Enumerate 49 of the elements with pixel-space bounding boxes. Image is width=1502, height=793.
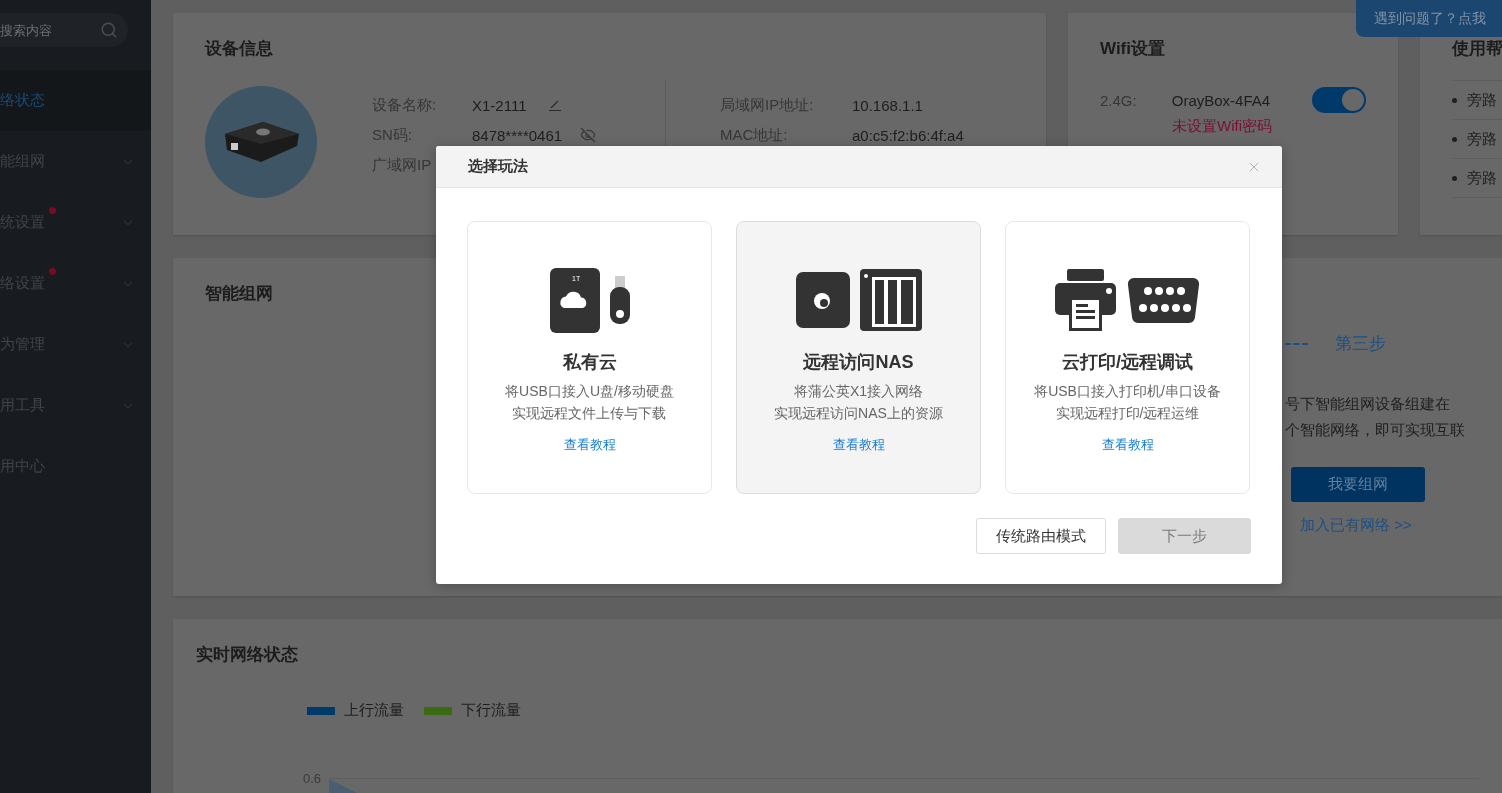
printer-icon — [1054, 269, 1116, 331]
tutorial-link[interactable]: 查看教程 — [832, 436, 885, 454]
option-title: 私有云 — [562, 351, 617, 374]
wifi-name: OrayBox-4FA4 — [1171, 91, 1272, 109]
help-link[interactable]: 旁路 — [1467, 90, 1497, 110]
card-title: 实时网络状态 — [196, 644, 299, 666]
legend-label: 上行流量 — [344, 701, 404, 720]
serial-port-icon — [1125, 277, 1201, 323]
description: 号下智能组网设备组建在 个智能网络，即可实现互联 — [1285, 394, 1466, 440]
bullet — [1452, 175, 1457, 181]
card-title: 智能组网 — [205, 283, 273, 305]
tutorial-link[interactable]: 查看教程 — [1101, 436, 1154, 454]
card-title: 设备信息 — [205, 38, 274, 60]
field-value: 10.168.1.1 — [852, 96, 923, 114]
card-title: 使用帮 — [1452, 38, 1502, 60]
nas-icon — [859, 269, 922, 331]
option-title: 云打印/远程调试 — [1062, 351, 1193, 374]
help-link[interactable]: 旁路 — [1467, 129, 1497, 149]
help-link[interactable]: 旁路 — [1467, 168, 1497, 188]
bullet — [1452, 97, 1457, 103]
option-title: 远程访问NAS — [803, 351, 914, 374]
field-value: X1-2111 — [472, 96, 527, 114]
usb-stick-icon — [609, 276, 630, 324]
option-card[interactable]: 远程访问NAS 将蒲公英X1接入网络 实现远程访问NAS上的资源 查看教程 — [736, 221, 981, 494]
sidebar-item[interactable]: 络状态 — [0, 70, 151, 131]
router-icon — [795, 272, 850, 328]
search-field[interactable]: 搜索内容 — [0, 13, 128, 47]
field-value: 8478****0461 — [472, 126, 563, 144]
help-bubble[interactable]: 遇到问题了？点我 — [1356, 0, 1502, 37]
field-value: a0:c5:f2:b6:4f:a4 — [852, 126, 964, 144]
option-card[interactable]: 云打印/远程调试 将USB口接入打印机/串口设备 实现远程打印/远程运维 查看教程 — [1005, 221, 1250, 494]
create-network-button[interactable]: 我要组网 — [1291, 467, 1425, 502]
edit-icon[interactable] — [548, 99, 561, 111]
password-warning[interactable]: 未设置Wifi密码 — [1172, 117, 1366, 136]
eye-off-icon[interactable] — [580, 127, 597, 143]
option-description: 将蒲公英X1接入网络 实现远程访问NAS上的资源 — [774, 382, 943, 423]
search-icon[interactable] — [100, 21, 118, 39]
wifi-toggle[interactable] — [1312, 87, 1366, 113]
option-description: 将USB口接入打印机/串口设备 实现远程打印/远程运维 — [1034, 382, 1221, 423]
option-description: 将USB口接入U盘/移动硬盘 实现远程文件上传与下载 — [505, 382, 674, 423]
dialog-title: 选择玩法 — [468, 157, 528, 176]
legend-label: 下行流量 — [461, 701, 521, 720]
dashed-line — [1285, 342, 1308, 345]
card-title: Wifi设置 — [1100, 38, 1166, 60]
tutorial-link[interactable]: 查看教程 — [563, 436, 616, 454]
step-label: 第三步 — [1335, 333, 1386, 355]
join-network-link[interactable]: 加入已有网络 >> — [1300, 516, 1412, 535]
bullet — [1452, 136, 1457, 142]
router-mode-button[interactable]: 传统路由模式 — [976, 518, 1106, 554]
